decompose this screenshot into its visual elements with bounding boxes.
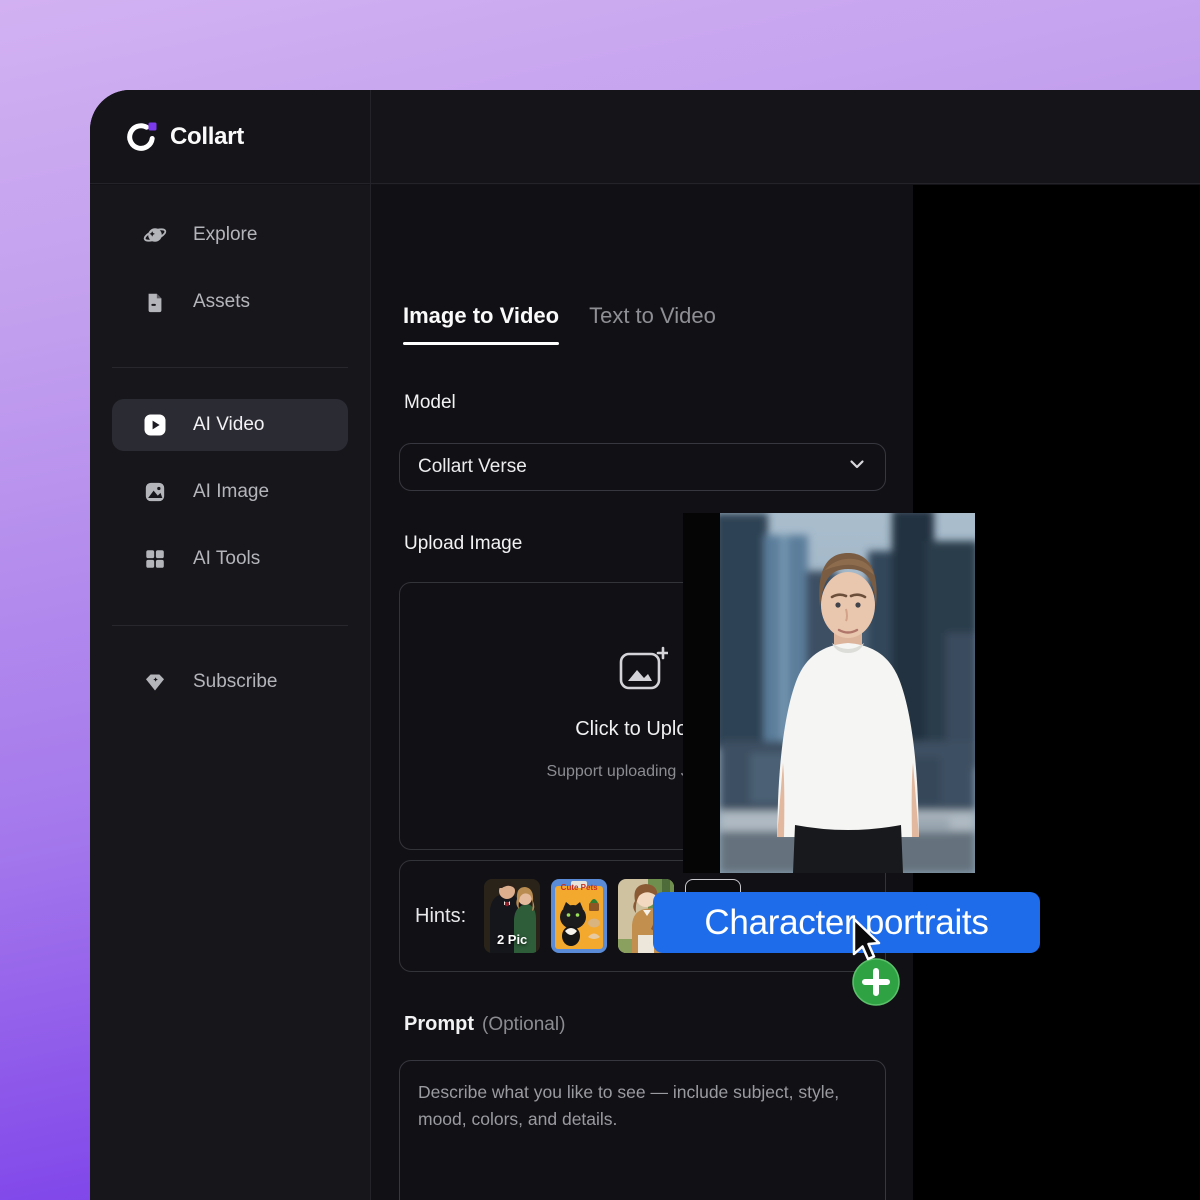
category-chip[interactable]: Character portraits	[653, 892, 1040, 953]
image-plus-icon	[618, 645, 668, 696]
sidebar-item-label: Assets	[193, 291, 250, 313]
prompt-label: Prompt	[404, 1013, 474, 1035]
gem-icon	[143, 670, 167, 694]
app-header: Collart	[90, 90, 1200, 184]
chevron-down-icon	[847, 454, 867, 480]
cursor-arrow-icon	[848, 916, 892, 971]
model-selected-value: Collart Verse	[418, 456, 527, 478]
hint-thumb-title: Cute Pets	[551, 883, 607, 892]
category-chip-label: Character portraits	[704, 903, 988, 943]
prompt-field-container: 0/1500 |	[399, 1060, 886, 1200]
sidebar-item-label: AI Image	[193, 481, 269, 503]
collart-logo-icon	[125, 121, 157, 153]
sidebar-item-explore[interactable]: Explore	[112, 209, 348, 261]
sidebar-item-assets[interactable]: Assets	[112, 276, 348, 328]
video-play-icon	[143, 413, 167, 437]
hint-thumb-couple[interactable]: 2 Pic	[484, 879, 540, 953]
model-label: Model	[404, 392, 456, 414]
tab-text-to-video[interactable]: Text to Video	[589, 303, 716, 345]
sidebar-item-ai-image[interactable]: AI Image	[112, 466, 348, 518]
prompt-label-row: Prompt (Optional)	[404, 1013, 565, 1036]
sidebar-item-label: AI Tools	[193, 548, 260, 570]
sidebar-item-label: Subscribe	[193, 671, 278, 693]
grid-icon	[143, 547, 167, 571]
sidebar-section-divider	[112, 367, 348, 368]
app-window: Collart Explore	[90, 90, 1200, 1200]
desktop-background: Collart Explore	[0, 0, 1200, 1200]
mode-tabs: Image to Video Text to Video	[403, 303, 716, 345]
sidebar: Explore Assets	[90, 185, 370, 1200]
sidebar-item-subscribe[interactable]: Subscribe	[112, 656, 348, 708]
prompt-input[interactable]	[400, 1061, 885, 1200]
prompt-optional-label: (Optional)	[482, 1014, 565, 1035]
sidebar-item-ai-tools[interactable]: AI Tools	[112, 533, 348, 585]
file-icon	[143, 290, 167, 314]
image-icon	[143, 480, 167, 504]
tab-image-to-video[interactable]: Image to Video	[403, 303, 559, 345]
dragged-portrait-image[interactable]	[683, 513, 975, 873]
sidebar-item-label: Explore	[193, 224, 257, 246]
hint-thumb-cute-pets[interactable]: Cute Pets	[551, 879, 607, 953]
sidebar-section-divider	[112, 625, 348, 626]
active-tab-underline	[403, 342, 559, 345]
sidebar-item-ai-video[interactable]: AI Video	[112, 399, 348, 451]
model-select[interactable]: Collart Verse	[399, 443, 886, 491]
brand-name: Collart	[170, 123, 244, 151]
hints-label: Hints:	[415, 905, 466, 928]
planet-icon	[143, 223, 167, 247]
sidebar-item-label: AI Video	[193, 414, 264, 436]
brand-logo: Collart	[125, 90, 244, 184]
hint-thumb-badge: 2 Pic	[484, 932, 540, 947]
upload-image-label: Upload Image	[404, 533, 522, 555]
